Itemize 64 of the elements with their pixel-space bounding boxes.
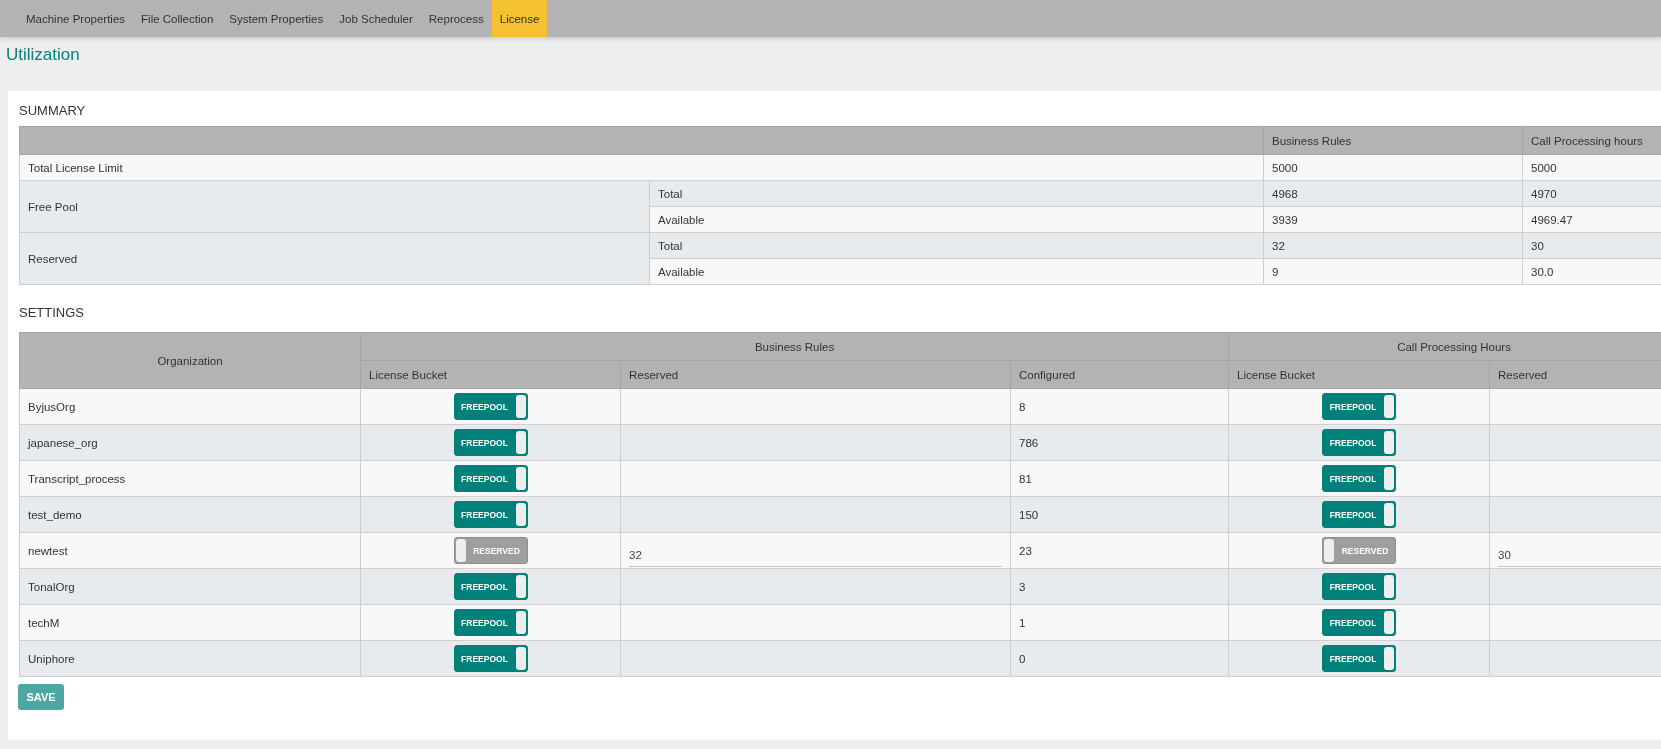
nav-tab[interactable]: File Collection — [133, 0, 222, 37]
toggle-switch[interactable]: FREEPOOL — [1322, 573, 1397, 600]
nav-tab[interactable]: Machine Properties — [18, 0, 134, 37]
table-cell: Uniphore — [19, 640, 361, 677]
column-header: Call Processing hours — [1522, 126, 1661, 155]
toggle-switch[interactable]: FREEPOOL — [1322, 393, 1397, 420]
table-cell: 23 — [1010, 532, 1229, 569]
table-cell: 8 — [1010, 388, 1229, 425]
table-cell: Reserved — [19, 232, 650, 285]
table-cell: 0 — [1010, 640, 1229, 677]
table-cell: 1 — [1010, 604, 1229, 641]
nav-tab[interactable]: System Properties — [221, 0, 332, 37]
section-heading: SUMMARY — [18, 102, 87, 120]
column-header: Configured — [1010, 360, 1229, 389]
table-cell: Available — [649, 258, 1264, 285]
table-cell: newtest — [19, 532, 361, 569]
table-cell: test_demo — [19, 496, 361, 533]
column-header: Reserved — [620, 360, 1011, 389]
toggle-switch[interactable]: FREEPOOL — [1322, 501, 1397, 528]
table-cell: 32 — [1263, 232, 1523, 259]
toggle-switch[interactable]: FREEPOOL — [1322, 465, 1397, 492]
table-cell: 150 — [1010, 496, 1229, 533]
nav-tab[interactable]: Reprocess — [420, 0, 492, 37]
toggle-switch[interactable]: FREEPOOL — [1322, 609, 1397, 636]
table-cell: 3939 — [1263, 206, 1523, 233]
table-cell: 9 — [1263, 258, 1523, 285]
section-heading: SETTINGS — [18, 304, 85, 322]
table-cell: Total — [649, 180, 1264, 207]
toggle-switch[interactable]: FREEPOOL — [453, 645, 528, 672]
toggle-switch[interactable]: FREEPOOL — [453, 393, 528, 420]
column-header: Call Processing Hours — [1228, 332, 1661, 361]
table-cell: TonalOrg — [19, 568, 361, 605]
nav-tab[interactable]: Job Scheduler — [331, 0, 421, 37]
toggle-switch[interactable]: FREEPOOL — [453, 573, 528, 600]
column-header: Organization — [19, 332, 361, 389]
table-cell: techM — [19, 604, 361, 641]
table-cell: japanese_org — [19, 424, 361, 461]
toggle-switch[interactable]: FREEPOOL — [453, 429, 528, 456]
table-cell: 4968 — [1263, 180, 1523, 207]
toggle-switch[interactable]: RESERVED — [453, 537, 528, 564]
column-header: License Bucket — [1228, 360, 1490, 389]
toggle-switch[interactable]: FREEPOOL — [1322, 429, 1397, 456]
table-cell: Transcript_process — [19, 460, 361, 497]
toggle-switch[interactable]: RESERVED — [1322, 537, 1397, 564]
table-cell: 81 — [1010, 460, 1229, 497]
toggle-switch[interactable]: FREEPOOL — [1322, 645, 1397, 672]
table-cell: Free Pool — [19, 180, 650, 233]
table-cell: Total License Limit — [19, 154, 1264, 181]
nav-tab[interactable]: License — [491, 0, 548, 37]
column-header: Business Rules — [360, 332, 1229, 361]
table-cell: 3 — [1010, 568, 1229, 605]
column-header: Reserved — [1489, 360, 1661, 389]
table-cell: Available — [649, 206, 1264, 233]
toggle-switch[interactable]: FREEPOOL — [453, 501, 528, 528]
table-cell: Total — [649, 232, 1264, 259]
column-header: Business Rules — [1263, 126, 1523, 155]
page-title: Utilization — [6, 45, 81, 65]
table-cell: ByjusOrg — [19, 388, 361, 425]
toggle-switch[interactable]: FREEPOOL — [453, 609, 528, 636]
table-cell: 5000 — [1263, 154, 1523, 181]
column-header: License Bucket — [360, 360, 621, 389]
table-cell: 786 — [1010, 424, 1229, 461]
toggle-switch[interactable]: FREEPOOL — [453, 465, 528, 492]
save-button[interactable]: SAVE — [18, 684, 64, 710]
